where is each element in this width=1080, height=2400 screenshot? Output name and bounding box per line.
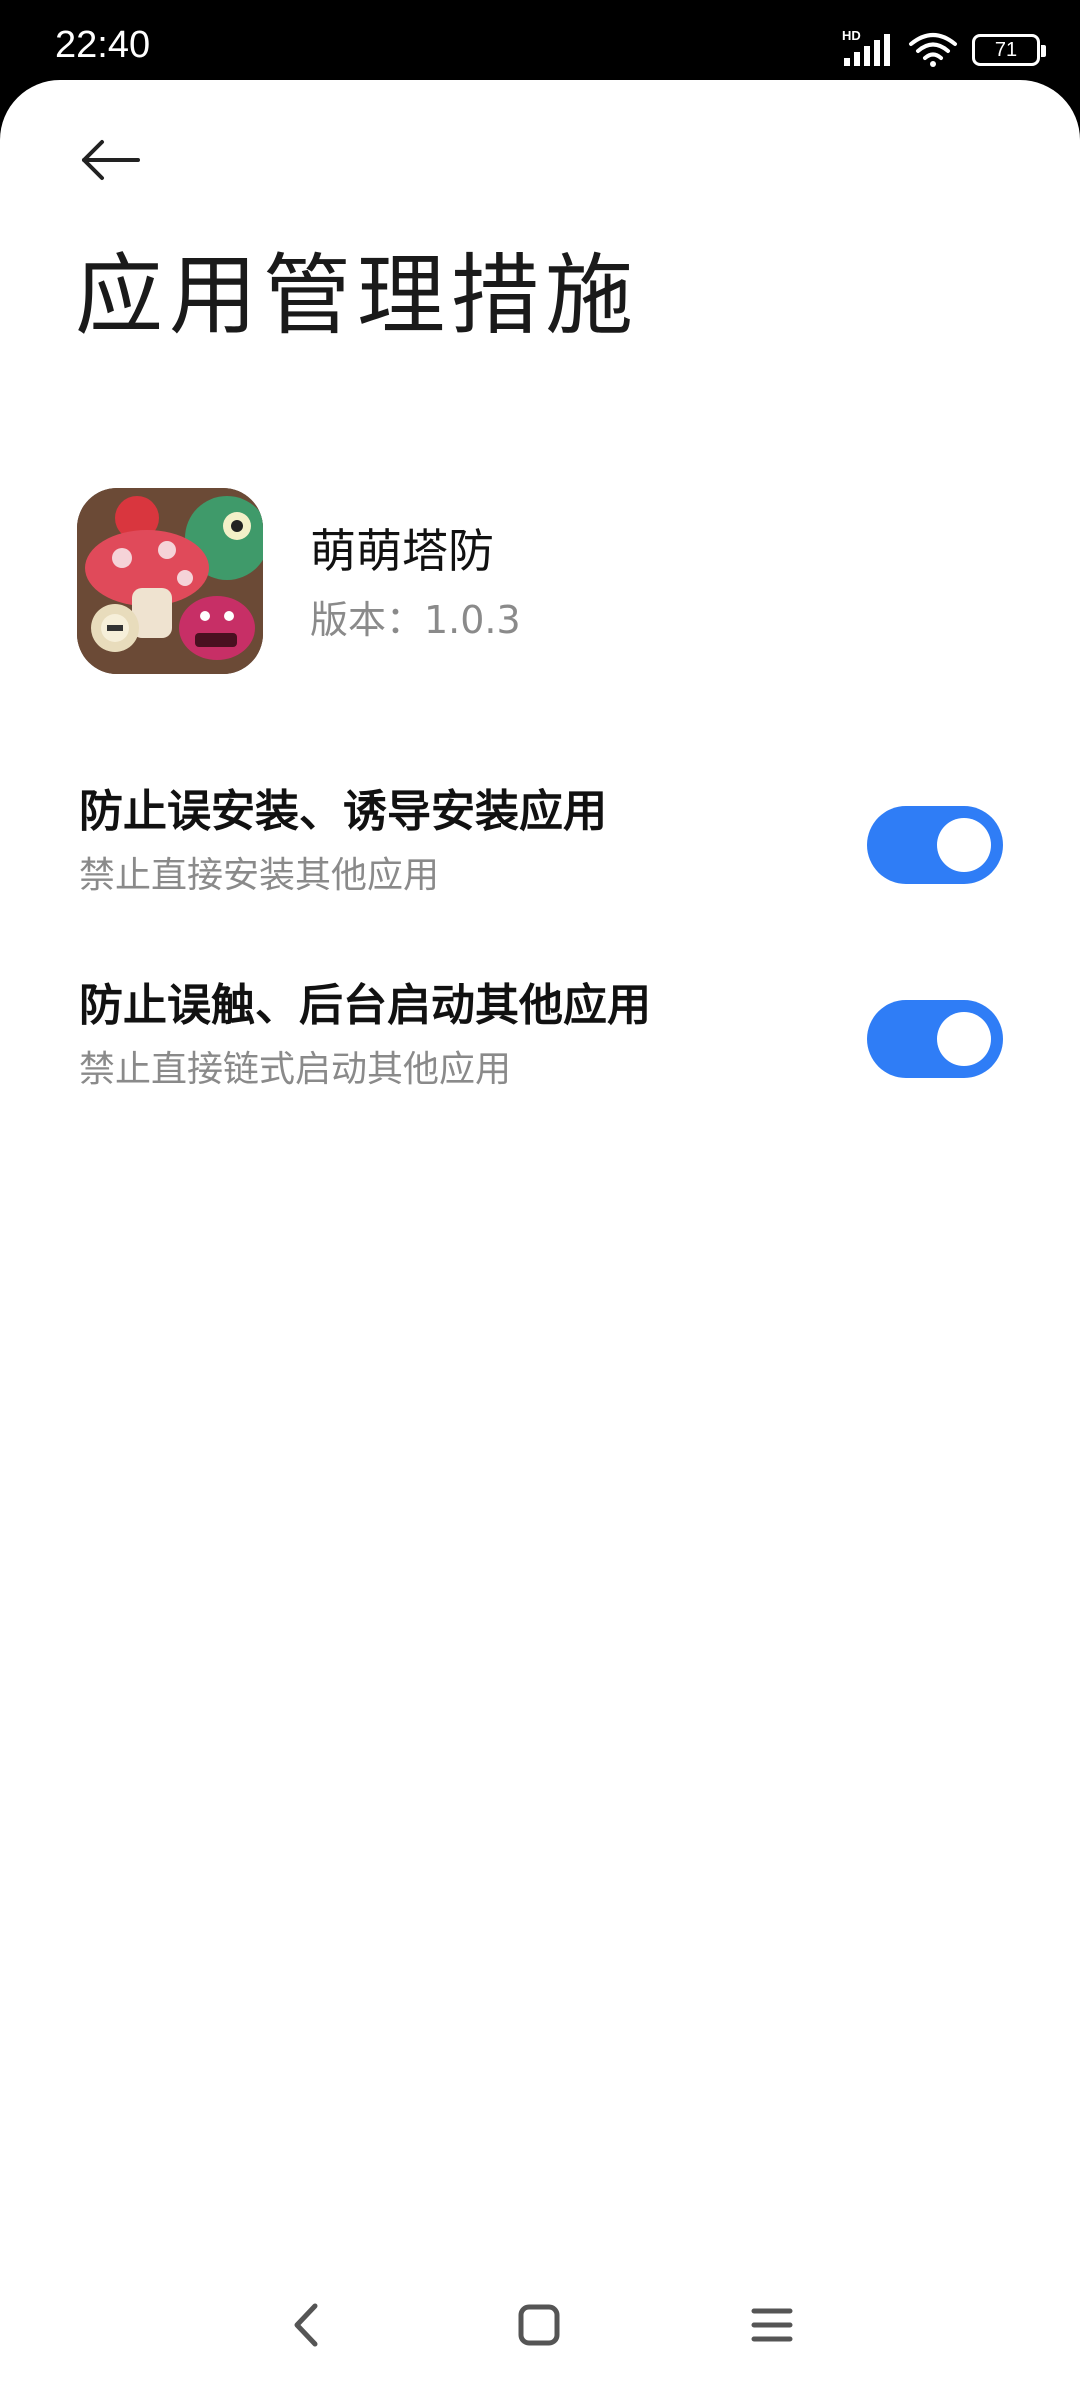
setting-title: 防止误安装、诱导安装应用 — [79, 786, 607, 837]
battery-level: 71 — [994, 38, 1018, 61]
setting-subtitle: 禁止直接链式启动其他应用 — [79, 1049, 512, 1090]
nav-recents-icon — [749, 2302, 795, 2348]
app-version: 版本：1.0.3 — [310, 598, 521, 642]
hd-badge: HD — [842, 28, 861, 43]
app-name: 萌萌塔防 — [310, 524, 494, 578]
toggle-prevent-launch[interactable] — [867, 1000, 1003, 1078]
app-icon — [77, 488, 263, 674]
status-icons: HD 71 — [842, 28, 1046, 70]
setting-subtitle: 禁止直接安装其他应用 — [79, 855, 440, 896]
content-sheet: 应用管理措施 萌萌塔防 版本：1.0.3 防止误安装、诱导安装应用 禁止直接安装… — [0, 80, 1080, 2400]
nav-back-button[interactable] — [262, 2285, 352, 2365]
back-arrow-icon — [78, 136, 142, 184]
back-button[interactable] — [70, 125, 150, 195]
toggle-prevent-install[interactable] — [867, 806, 1003, 884]
nav-home-icon — [516, 2302, 562, 2348]
battery-icon: 71 — [972, 34, 1046, 66]
status-bar: 22:40 HD 71 — [0, 0, 1080, 80]
nav-recents-button[interactable] — [727, 2285, 817, 2365]
toggle-knob — [937, 1012, 991, 1066]
setting-row-prevent-launch[interactable]: 防止误触、后台启动其他应用 禁止直接链式启动其他应用 — [0, 980, 1080, 1132]
page-title: 应用管理措施 — [75, 244, 640, 347]
nav-home-button[interactable] — [494, 2285, 584, 2365]
navigation-bar — [0, 2260, 1080, 2400]
nav-back-icon — [287, 2300, 327, 2350]
status-time: 22:40 — [55, 24, 151, 66]
wifi-icon — [908, 32, 958, 68]
setting-title: 防止误触、后台启动其他应用 — [79, 980, 651, 1031]
app-info: 萌萌塔防 版本：1.0.3 — [77, 488, 1007, 678]
toggle-knob — [937, 818, 991, 872]
setting-row-prevent-install[interactable]: 防止误安装、诱导安装应用 禁止直接安装其他应用 — [0, 786, 1080, 938]
signal-icon: HD — [842, 28, 894, 68]
